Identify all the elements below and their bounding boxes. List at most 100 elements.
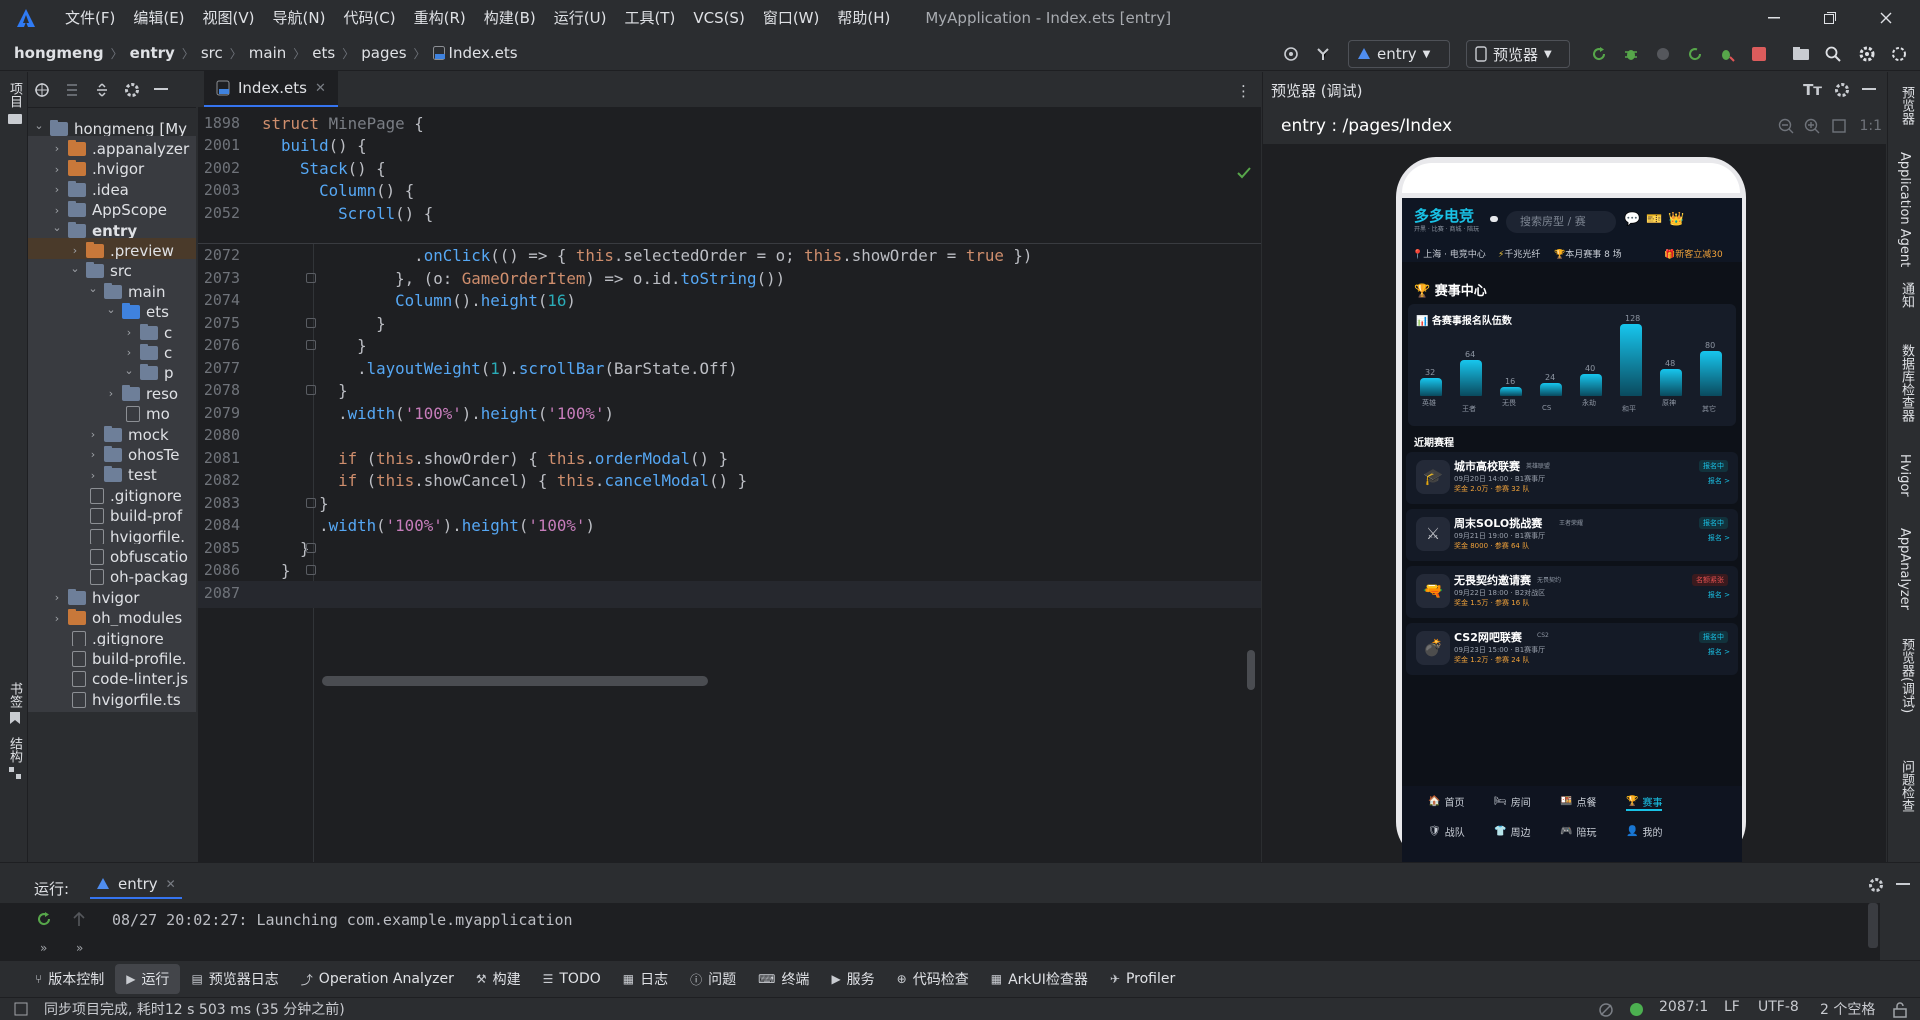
fold-marker-icon[interactable] [306,272,316,283]
app-tab[interactable]: 🍱 点餐 [1560,794,1596,809]
breadcrumb-item[interactable]: pages [361,44,406,62]
profile-icon[interactable] [1652,42,1674,66]
minimize-button[interactable] [1746,0,1802,36]
sticky-code-line[interactable]: build() { [262,136,367,155]
chevron-right-icon[interactable]: › [86,428,100,441]
chevron-right-icon[interactable]: › [122,326,136,339]
rerun-icon[interactable] [36,911,52,927]
expand-icon[interactable]: » [76,941,83,955]
tool-window-button[interactable]: ▶ 服务 [820,964,885,994]
menu-item[interactable]: 文件(F) [56,0,124,36]
fold-marker-icon[interactable] [306,565,316,575]
previewer-debug-tool-button[interactable]: 预览器(调试) [1897,638,1916,713]
event-card[interactable]: ⚔ 周末SOLO挑战赛 王者荣耀 09月21日 19:00 · B1赛事厅 奖金… [1406,509,1738,561]
stop-icon[interactable] [1748,42,1770,66]
event-card[interactable]: 💣 CS2网吧联赛 CS2 09月23日 15:00 · B1赛事厅 奖金 1.… [1406,623,1738,675]
chevron-down-icon[interactable]: ⌄ [122,364,136,377]
chevron-right-icon[interactable]: › [50,591,64,604]
search-icon[interactable] [1822,42,1844,66]
app-tab[interactable]: 🏆 赛事 [1626,794,1663,811]
tab-index-ets[interactable]: Index.ets ✕ [204,71,338,107]
apply-changes-icon[interactable] [1684,42,1706,66]
event-card[interactable]: 🔫 无畏契约邀请赛 无畏契约 09月22日 18:00 · B2对战区 奖金 1… [1406,566,1738,618]
code-line[interactable]: } [262,381,348,400]
breadcrumb-item[interactable]: ets [312,44,335,62]
register-link[interactable]: 报名 > [1708,590,1730,600]
ticket-icon[interactable]: 🎫 [1646,212,1662,227]
breadcrumb-item[interactable]: main [249,44,286,62]
rerun-icon[interactable] [1588,42,1610,66]
tool-window-button[interactable]: ☰ TODO [532,964,612,994]
code-line[interactable]: } [262,539,310,558]
breadcrumb-item[interactable]: entry [130,44,175,62]
menu-item[interactable]: VCS(S) [684,0,753,36]
chevron-right-icon[interactable]: › [50,612,64,625]
code-line[interactable]: Column().height(16) [262,291,576,310]
chevron-right-icon[interactable]: › [50,183,64,196]
gear-icon[interactable] [1834,82,1850,98]
code-line[interactable]: .onClick(() => { this.selectedOrder = o;… [262,246,1032,265]
register-link[interactable]: 报名 > [1708,647,1730,657]
code-line[interactable]: }, (o: GameOrderItem) => o.id.toString()… [262,269,785,288]
menu-item[interactable]: 构建(B) [475,0,545,36]
tool-window-button[interactable]: ⓘ 问题 [679,964,747,994]
hide-panel-icon[interactable] [1862,88,1876,92]
debug-icon[interactable] [1620,42,1642,66]
run-tab-entry[interactable]: entry ✕ [90,871,182,899]
settings-gear-icon[interactable] [1856,42,1878,66]
hide-panel-icon[interactable] [1896,883,1910,887]
project-tool-button[interactable]: 项目 [5,82,24,124]
status-message[interactable]: 同步项目完成, 耗时12 s 503 ms (35 分钟之前) [44,999,345,1019]
up-arrow-icon[interactable] [72,911,86,927]
module-selector[interactable]: entry ▼ [1348,40,1450,68]
console-scrollbar[interactable] [1868,903,1878,948]
code-line[interactable]: } [262,561,291,580]
target-icon[interactable] [1280,42,1302,66]
account-icon[interactable] [1888,42,1910,66]
app-tab[interactable]: 🛡 战队 [1428,824,1465,839]
gear-icon[interactable] [1868,877,1884,893]
application-agent-tool-button[interactable]: Application Agent [1897,152,1912,267]
hide-panel-icon[interactable] [154,87,168,92]
font-size-icon[interactable]: Tт [1803,81,1822,99]
menu-item[interactable]: 工具(T) [615,0,684,36]
zoom-out-icon[interactable] [1778,118,1794,134]
gear-icon[interactable] [124,82,140,98]
chevron-down-icon[interactable]: ⌄ [32,119,46,132]
tool-window-button[interactable]: ▶ 运行 [115,964,181,994]
no-inspections-icon[interactable] [1598,1002,1614,1018]
vertical-scrollbar[interactable] [1247,650,1255,690]
close-tab-icon[interactable]: ✕ [315,81,326,96]
chevron-down-icon[interactable]: ⌄ [50,221,64,234]
menu-item[interactable]: 编辑(E) [124,0,193,36]
chevron-down-icon[interactable]: ⌄ [86,282,100,295]
cursor-position[interactable]: 2087:1 [1659,999,1708,1015]
problems-inspector-tool-button[interactable]: 问题检查 [1897,760,1916,812]
breadcrumb-item[interactable]: hongmeng [14,44,104,62]
panel-toggle-icon[interactable] [14,1002,28,1016]
code-line[interactable]: if (this.showCancel) { this.cancelModal(… [262,471,747,490]
device-selector[interactable]: 预览器 ▼ [1466,40,1570,68]
fit-screen-icon[interactable] [1832,119,1846,133]
chevron-right-icon[interactable]: › [86,469,100,482]
search-bar[interactable]: 搜索房型 / 赛 [1506,211,1616,233]
code-line[interactable]: } [262,494,329,513]
tool-window-button[interactable]: ⊕ 代码检查 [886,964,980,994]
chevron-right-icon[interactable]: › [50,142,64,155]
chevron-right-icon[interactable]: › [104,387,118,400]
zoom-in-icon[interactable] [1804,118,1820,134]
chevron-down-icon[interactable]: ⌄ [68,262,82,275]
app-tab[interactable]: 🏠 首页 [1428,794,1464,809]
register-link[interactable]: 报名 > [1708,533,1730,543]
menu-item[interactable]: 重构(R) [405,0,475,36]
sticky-code-line[interactable]: Scroll() { [262,204,433,223]
menu-item[interactable]: 视图(V) [194,0,264,36]
sticky-code-line[interactable]: struct MinePage { [262,114,424,133]
tool-window-button[interactable]: ▦ ArkUI检查器 [980,964,1099,994]
line-separator[interactable]: LF [1724,999,1740,1015]
chevron-right-icon[interactable]: › [86,448,100,461]
close-tab-icon[interactable]: ✕ [166,877,176,891]
device-manager-icon[interactable] [1790,42,1812,66]
status-ok-icon[interactable] [1630,1003,1643,1016]
appanalyzer-tool-button[interactable]: AppAnalyzer [1897,528,1912,610]
